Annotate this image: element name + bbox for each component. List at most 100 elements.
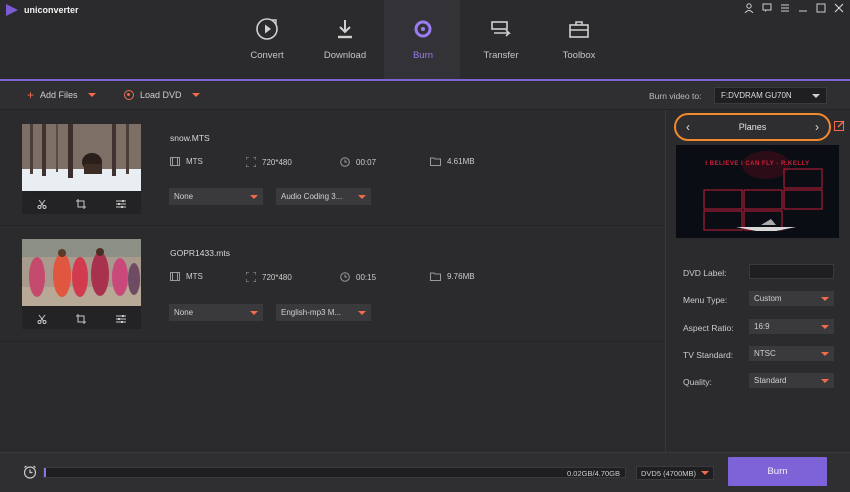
- load-dvd-label: Load DVD: [140, 90, 182, 100]
- menu-icon[interactable]: [780, 3, 790, 13]
- chevron-down-icon: [701, 471, 709, 475]
- tab-download[interactable]: Download: [306, 16, 384, 61]
- disc-type-value: DVD5 (4700MB): [641, 468, 697, 478]
- file-format: MTS: [170, 272, 203, 281]
- effects-sliders-icon[interactable]: [116, 199, 127, 209]
- dvd-disc-icon: [124, 90, 134, 100]
- top-bar: uniconverter Convert Download Burn Trans…: [0, 0, 850, 80]
- maximize-icon[interactable]: [816, 3, 826, 13]
- chevron-down-icon: [358, 310, 366, 315]
- template-preview[interactable]: I BELIEVE I CAN FLY - R.KELLY: [676, 145, 839, 238]
- crop-icon[interactable]: [76, 313, 87, 324]
- disc-capacity-text: 0.02GB/4.70GB: [567, 469, 620, 478]
- dvd-label-input[interactable]: [749, 264, 834, 279]
- video-thumbnail[interactable]: [22, 124, 141, 214]
- subtitle-select[interactable]: None: [169, 304, 263, 321]
- dvd-settings-panel: ‹ Planes › I BELIEVE I CAN FLY - R.KELLY…: [665, 110, 850, 452]
- tab-convert-label: Convert: [250, 50, 284, 61]
- cut-icon[interactable]: [37, 199, 47, 209]
- main-nav: Convert Download Burn Transfer Toolbox: [228, 16, 618, 61]
- message-icon[interactable]: [762, 3, 772, 13]
- tv-standard-label: TV Standard:: [683, 350, 734, 360]
- clock-icon: [340, 272, 350, 282]
- load-dvd-button[interactable]: Load DVD: [124, 90, 200, 100]
- window-controls: [744, 3, 844, 13]
- file-row: snow.MTS MTS 720*480 00:07 4.61MB None A…: [0, 110, 664, 226]
- tab-transfer-label: Transfer: [483, 50, 519, 61]
- template-selector: ‹ Planes ›: [674, 113, 831, 141]
- aspect-ratio-label: Aspect Ratio:: [683, 323, 734, 333]
- audio-track-select[interactable]: English-mp3 M...: [276, 304, 371, 321]
- burn-to-label: Burn video to:: [649, 91, 702, 101]
- chevron-down-icon: [812, 93, 820, 98]
- minimize-icon[interactable]: [798, 3, 808, 13]
- burn-to-value: F:DVDRAM GU70N: [721, 91, 792, 100]
- tab-burn[interactable]: Burn: [384, 16, 462, 61]
- file-size: 4.61MB: [430, 157, 475, 166]
- toolbox-icon: [540, 16, 618, 42]
- file-resolution-text: 720*480: [262, 157, 292, 167]
- audio-track-select[interactable]: Audio Coding 3...: [276, 188, 371, 205]
- chevron-down-icon: [821, 324, 829, 329]
- film-icon: [170, 157, 180, 166]
- film-icon: [170, 272, 180, 281]
- chevron-down-icon: [250, 194, 258, 199]
- tab-download-label: Download: [323, 50, 367, 61]
- resolution-icon: [246, 272, 256, 282]
- tab-convert[interactable]: Convert: [228, 16, 306, 61]
- file-resolution: 720*480: [246, 272, 292, 282]
- file-name: GOPR1433.mts: [170, 248, 230, 258]
- disc-capacity-fill: [44, 468, 47, 477]
- burn-button[interactable]: Burn: [728, 457, 827, 486]
- close-icon[interactable]: [834, 3, 844, 13]
- file-size-text: 4.61MB: [447, 157, 475, 166]
- video-thumbnail[interactable]: [22, 239, 141, 329]
- crop-icon[interactable]: [76, 198, 87, 209]
- disc-type-select[interactable]: DVD5 (4700MB): [636, 466, 714, 480]
- subtitle-value: None: [174, 192, 194, 201]
- bottom-bar: 0.02GB/4.70GB DVD5 (4700MB) Burn: [0, 452, 850, 492]
- chevron-down-icon: [250, 310, 258, 315]
- dvd-label-label: DVD Label:: [683, 268, 727, 278]
- aspect-ratio-select[interactable]: 16:9: [749, 319, 834, 334]
- file-row: GOPR1433.mts MTS 720*480 00:15 9.76MB No…: [0, 226, 664, 342]
- transfer-icon: [462, 16, 540, 42]
- audio-track-value: Audio Coding 3...: [281, 192, 343, 201]
- folder-icon: [430, 157, 441, 166]
- thumbnail-tools: [22, 193, 141, 214]
- user-icon[interactable]: [744, 3, 754, 13]
- chevron-down-icon[interactable]: [87, 93, 96, 97]
- thumbnail-tools: [22, 308, 141, 329]
- tv-standard-select[interactable]: NTSC: [749, 346, 834, 361]
- add-files-button[interactable]: + Add Files: [27, 88, 96, 102]
- menu-type-label: Menu Type:: [683, 295, 728, 305]
- app-title: uniconverter: [6, 4, 79, 16]
- tab-transfer[interactable]: Transfer: [462, 16, 540, 61]
- quality-select[interactable]: Standard: [749, 373, 834, 388]
- burn-disc-icon: [384, 16, 462, 42]
- folder-icon: [430, 272, 441, 281]
- file-duration: 00:07: [340, 157, 376, 167]
- file-duration: 00:15: [340, 272, 376, 282]
- file-name: snow.MTS: [170, 133, 210, 143]
- nav-divider: [0, 79, 850, 81]
- file-format-text: MTS: [186, 157, 203, 166]
- cut-icon[interactable]: [37, 314, 47, 324]
- chevron-left-icon[interactable]: ‹: [686, 120, 690, 134]
- template-name: Planes: [738, 122, 767, 132]
- edit-icon[interactable]: [834, 120, 845, 133]
- burn-to-select[interactable]: F:DVDRAM GU70N: [714, 87, 827, 104]
- tab-burn-label: Burn: [412, 50, 434, 61]
- chevron-right-icon[interactable]: ›: [815, 120, 819, 134]
- chevron-down-icon: [821, 351, 829, 356]
- tab-toolbox[interactable]: Toolbox: [540, 16, 618, 61]
- resolution-icon: [246, 157, 256, 167]
- menu-type-select[interactable]: Custom: [749, 291, 834, 306]
- plus-icon: +: [27, 88, 35, 102]
- effects-sliders-icon[interactable]: [116, 314, 127, 324]
- schedule-clock-icon[interactable]: [23, 465, 37, 481]
- chevron-down-icon: [821, 378, 829, 383]
- subtitle-select[interactable]: None: [169, 188, 263, 205]
- chevron-down-icon[interactable]: [191, 93, 200, 97]
- chevron-down-icon: [358, 194, 366, 199]
